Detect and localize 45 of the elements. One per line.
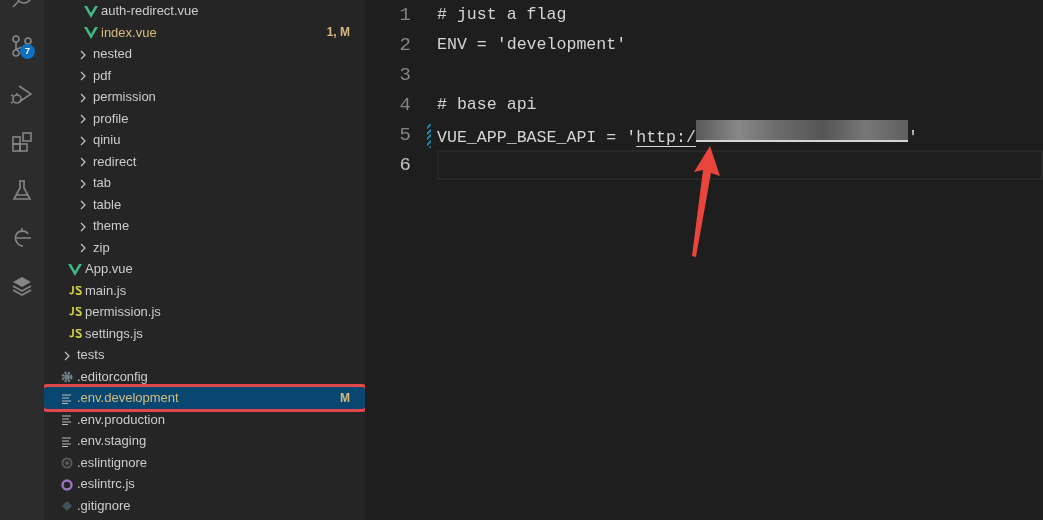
git-status: M (340, 389, 350, 407)
file-item[interactable]: index.vue 1, M (44, 21, 365, 43)
file-item[interactable]: .editorconfig (44, 365, 365, 387)
folder-item[interactable]: permission (44, 86, 365, 108)
line-number: 4 (398, 92, 412, 118)
file-item[interactable]: App.vue (44, 258, 365, 280)
branch-icon[interactable] (10, 34, 34, 58)
file-item[interactable]: .eslintignore (44, 451, 365, 473)
file-item[interactable]: auth-redirect.vue (44, 0, 365, 22)
line-number: 3 (398, 62, 412, 88)
file-item[interactable]: .gitignore (44, 494, 365, 516)
file-item[interactable]: .env.production (44, 408, 365, 430)
file-item[interactable]: settings.js (44, 322, 365, 344)
code-line: # just a flag (437, 3, 567, 26)
js-icon (68, 305, 82, 319)
code-line: ENV = 'development' (437, 33, 627, 56)
git-status: 1, M (326, 24, 350, 42)
code-line: # base api (437, 93, 537, 116)
file-item[interactable]: permission.js (44, 301, 365, 323)
line-number: 6 (398, 152, 412, 178)
file-item[interactable]: .env.staging (44, 430, 365, 452)
run-debug-icon[interactable] (10, 82, 34, 106)
folder-item[interactable]: zip (44, 236, 365, 258)
file-item[interactable]: .eslintrc.js (44, 473, 365, 495)
count-badge: 7 (20, 44, 35, 59)
folder-item[interactable]: nested (44, 43, 365, 65)
line-number: 5 (365, 120, 437, 150)
line-number: 2 (398, 32, 412, 58)
file-item[interactable]: .env.development M (44, 387, 365, 409)
folder-item[interactable]: table (44, 193, 365, 215)
line-number: 1 (398, 2, 412, 28)
js-icon (68, 283, 82, 297)
folder-item[interactable]: tab (44, 172, 365, 194)
flask-icon[interactable] (10, 178, 34, 202)
extensions-icon[interactable] (10, 130, 34, 154)
js-icon (68, 326, 82, 340)
code-line: VUE_APP_BASE_API = 'http:/ ' (437, 119, 918, 151)
folder-item[interactable]: redirect (44, 150, 365, 172)
folder-item[interactable]: pdf (44, 64, 365, 86)
layers-icon[interactable] (10, 274, 34, 298)
folder-item[interactable]: tests (44, 344, 365, 366)
file-item[interactable]: main.js (44, 279, 365, 301)
folder-item[interactable]: qiniu (44, 129, 365, 151)
folder-item[interactable]: theme (44, 215, 365, 237)
folder-item[interactable]: profile (44, 107, 365, 129)
